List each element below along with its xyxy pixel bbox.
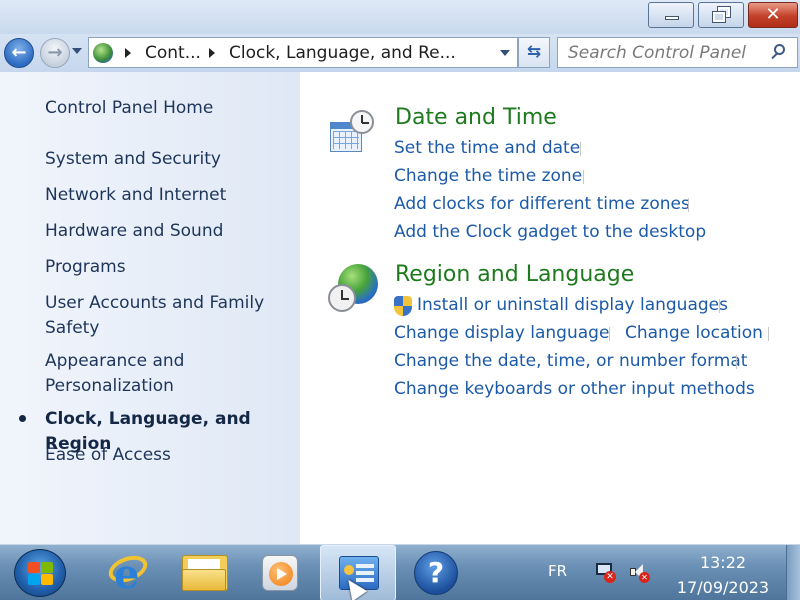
task-set-time-date[interactable]: Set the time and date: [394, 138, 580, 158]
task-change-keyboards[interactable]: Change keyboards or other input methods: [394, 379, 755, 399]
sidebar-item-user-accounts[interactable]: User Accounts and Family Safety: [45, 291, 295, 341]
windows-logo-icon: [28, 562, 54, 586]
minimize-icon: [665, 16, 679, 20]
link-separator: [719, 299, 720, 313]
navigation-bar: ← → Cont... Clock, Language, and Re... ⇆: [0, 34, 800, 72]
close-icon: ✕: [765, 4, 781, 25]
show-desktop-button[interactable]: [786, 545, 800, 600]
windows-explorer-icon: [182, 555, 228, 591]
task-add-clocks[interactable]: Add clocks for different time zones: [394, 194, 690, 214]
link-separator: [583, 170, 584, 184]
taskbar-help[interactable]: ?: [398, 545, 474, 600]
close-button[interactable]: ✕: [748, 2, 798, 28]
current-page-bullet: [19, 415, 26, 422]
task-add-clock-gadget[interactable]: Add the Clock gadget to the desktop: [394, 222, 706, 242]
search-input[interactable]: [558, 38, 768, 67]
breadcrumb-control-panel[interactable]: Cont...: [145, 43, 201, 63]
category-date-and-time[interactable]: Date and Time: [395, 105, 557, 130]
sidebar-item-control-panel-home[interactable]: Control Panel Home: [45, 96, 295, 121]
network-disconnected-icon[interactable]: ✕: [594, 563, 616, 583]
taskbar-control-panel[interactable]: [320, 545, 396, 600]
link-separator: [609, 327, 610, 341]
taskbar: e ? FR ✕ ✕ 13:22 17/09/2023: [0, 544, 800, 600]
restore-button[interactable]: [698, 2, 744, 28]
refresh-button[interactable]: ⇆: [518, 37, 550, 68]
breadcrumb-chevron-icon[interactable]: [125, 48, 131, 58]
forward-button[interactable]: →: [40, 38, 70, 68]
recent-pages-dropdown[interactable]: [72, 48, 82, 54]
region-and-language-icon[interactable]: [328, 262, 380, 314]
breadcrumb-chevron-icon[interactable]: [209, 48, 215, 58]
link-separator: [768, 327, 769, 341]
help-icon: ?: [414, 551, 458, 595]
sidebar-item-system-security[interactable]: System and Security: [45, 147, 295, 172]
sidebar-item-hardware-sound[interactable]: Hardware and Sound: [45, 219, 295, 244]
restore-icon: [712, 6, 731, 23]
address-bar[interactable]: Cont... Clock, Language, and Re...: [88, 37, 518, 68]
uac-shield-icon: [394, 296, 412, 316]
internet-explorer-icon: e: [105, 550, 151, 598]
system-clock-date[interactable]: 17/09/2023: [668, 578, 778, 597]
media-player-icon: [262, 555, 298, 591]
link-separator: [688, 198, 689, 212]
taskbar-media-player[interactable]: [242, 545, 318, 600]
address-dropdown-button[interactable]: [493, 38, 517, 67]
sidebar-item-appearance[interactable]: Appearance and Personalization: [45, 349, 295, 399]
link-separator: [580, 142, 581, 156]
back-button[interactable]: ←: [4, 38, 34, 68]
task-change-display-language[interactable]: Change display language: [394, 323, 609, 343]
start-button[interactable]: [14, 549, 66, 597]
taskbar-windows-explorer[interactable]: [166, 545, 242, 600]
taskbar-internet-explorer[interactable]: e: [90, 545, 166, 600]
task-change-time-zone[interactable]: Change the time zone: [394, 166, 582, 186]
breadcrumb-current[interactable]: Clock, Language, and Re...: [229, 43, 456, 63]
link-separator: [736, 355, 737, 369]
sidebar: Control Panel Home System and Security N…: [0, 72, 300, 544]
search-box[interactable]: [557, 37, 798, 68]
control-panel-globe-icon: [93, 43, 113, 63]
system-clock-time[interactable]: 13:22: [676, 553, 770, 572]
volume-muted-icon[interactable]: ✕: [628, 563, 650, 583]
category-region-and-language[interactable]: Region and Language: [395, 262, 634, 287]
input-language-indicator[interactable]: FR: [548, 562, 567, 580]
sidebar-item-programs[interactable]: Programs: [45, 255, 295, 280]
task-change-format[interactable]: Change the date, time, or number format: [394, 351, 747, 371]
task-change-location[interactable]: Change location: [625, 323, 763, 343]
title-bar: ✕: [0, 0, 800, 34]
minimize-button[interactable]: [648, 2, 694, 28]
date-and-time-icon[interactable]: [330, 110, 376, 156]
search-icon[interactable]: [771, 44, 787, 60]
sidebar-item-ease-of-access[interactable]: Ease of Access: [45, 443, 295, 468]
sidebar-item-network-internet[interactable]: Network and Internet: [45, 183, 295, 208]
task-install-display-languages[interactable]: Install or uninstall display languages: [417, 295, 728, 315]
